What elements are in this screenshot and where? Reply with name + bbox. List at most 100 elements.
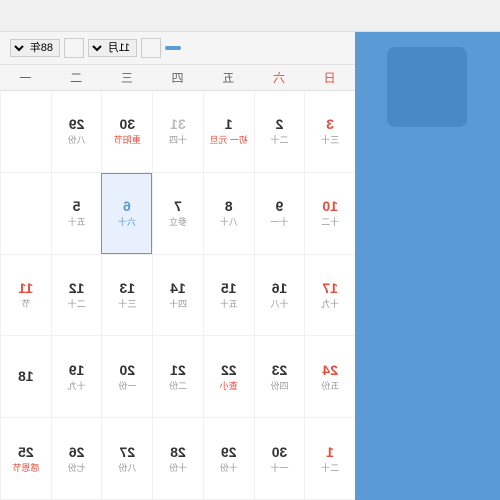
day-cell[interactable]: 11节: [0, 255, 51, 336]
lunar-day: 一份: [118, 379, 136, 392]
day-cell[interactable]: 14四十: [152, 255, 203, 336]
close-button[interactable]: [478, 9, 492, 23]
day-cell[interactable]: 7参立: [152, 173, 203, 254]
lunar-day: 一十: [270, 461, 288, 474]
day-cell[interactable]: [0, 91, 51, 172]
day-number: 26: [69, 444, 85, 460]
title-bar: [0, 0, 500, 32]
day-number: 22: [221, 362, 237, 378]
lunar-day: 二十: [68, 297, 86, 310]
day-cell[interactable]: 16十八: [254, 255, 305, 336]
lunar-day: 三十: [321, 133, 339, 146]
big-day-number: [388, 47, 468, 127]
day-cell[interactable]: 13三十: [101, 255, 152, 336]
day-cell[interactable]: 30重阳节: [101, 91, 152, 172]
day-number: 13: [120, 280, 136, 296]
day-number: 29: [69, 116, 85, 132]
day-cell[interactable]: 12二十: [51, 255, 102, 336]
day-cell[interactable]: 17十九: [304, 255, 355, 336]
lunar-day: 十四: [169, 133, 187, 146]
day-cell[interactable]: 29十份: [203, 418, 254, 499]
day-cell[interactable]: 3三十: [304, 91, 355, 172]
lunar-day: 重阳节: [114, 133, 141, 146]
prev-month-button[interactable]: [141, 38, 161, 58]
day-number: 15: [221, 280, 237, 296]
header-sun: 日: [304, 65, 355, 90]
day-number: 24: [322, 362, 338, 378]
day-cell[interactable]: 31十四: [152, 91, 203, 172]
lunar-day: 八十: [220, 215, 238, 228]
day-cell[interactable]: 29八份: [51, 91, 102, 172]
today-button[interactable]: [165, 46, 181, 50]
day-cell[interactable]: 24五份: [304, 336, 355, 417]
lunar-day: 十份: [169, 461, 187, 474]
day-number: 3: [326, 116, 334, 132]
day-number: 21: [170, 362, 186, 378]
day-cell[interactable]: 28十份: [152, 418, 203, 499]
day-number: 30: [272, 444, 288, 460]
lunar-day: 五份: [321, 379, 339, 392]
lunar-day: 二份: [169, 379, 187, 392]
day-cell[interactable]: 26七份: [51, 418, 102, 499]
day-number: 10: [322, 198, 338, 214]
day-cell[interactable]: 21二份: [152, 336, 203, 417]
nav-controls: 11月 88年: [10, 38, 181, 58]
main-window: 11月 88年 日 六 五 四 三 二 一: [0, 0, 500, 500]
day-cell[interactable]: [0, 173, 51, 254]
day-cell[interactable]: 22查小: [203, 336, 254, 417]
lunar-day: 十二: [321, 215, 339, 228]
day-cell[interactable]: 1二十: [304, 418, 355, 499]
day-cell[interactable]: 30一十: [254, 418, 305, 499]
day-cell[interactable]: 1初一 元旦: [203, 91, 254, 172]
day-number: 23: [272, 362, 288, 378]
day-number: 30: [120, 116, 136, 132]
lunar-day: 十九: [321, 297, 339, 310]
weeks-container: 3三十2二十1初一 元旦31十四30重阳节29八份10十二9十一8八十7参立6六…: [0, 91, 355, 500]
day-number: 1: [225, 116, 233, 132]
day-cell[interactable]: 23四份: [254, 336, 305, 417]
day-number: 27: [120, 444, 136, 460]
day-cell[interactable]: 9十一: [254, 173, 305, 254]
header-tue: 二: [51, 65, 102, 90]
month-select[interactable]: 11月: [88, 39, 137, 57]
lunar-day: 五十: [68, 215, 86, 228]
day-number: 12: [69, 280, 85, 296]
day-number: 8: [225, 198, 233, 214]
day-cell[interactable]: 2二十: [254, 91, 305, 172]
lunar-day: 参立: [169, 215, 187, 228]
year-select[interactable]: 88年: [10, 39, 60, 57]
lunar-day: 八份: [118, 461, 136, 474]
day-number: 28: [170, 444, 186, 460]
lunar-day: 二十: [270, 133, 288, 146]
header-sat: 六: [254, 65, 305, 90]
day-number: 11: [18, 280, 33, 296]
lunar-day: 感恩节: [12, 461, 39, 474]
day-number: 25: [18, 444, 34, 460]
day-cell[interactable]: 19十九: [51, 336, 102, 417]
day-number: 5: [73, 198, 81, 214]
day-cell[interactable]: 20一份: [101, 336, 152, 417]
day-number: 7: [174, 198, 182, 214]
day-number: 17: [322, 280, 338, 296]
lunar-day: 初一 元旦: [209, 133, 248, 146]
header-thu: 四: [152, 65, 203, 90]
lunar-day: 查小: [220, 379, 238, 392]
day-cell[interactable]: 5五十: [51, 173, 102, 254]
lunar-day: 五十: [220, 297, 238, 310]
day-cell[interactable]: 27八份: [101, 418, 152, 499]
day-cell[interactable]: 15五十: [203, 255, 254, 336]
day-number: 16: [272, 280, 288, 296]
day-cell[interactable]: 6六十: [101, 173, 152, 254]
header-mon: 一: [0, 65, 51, 90]
day-cell[interactable]: 25感恩节: [0, 418, 51, 499]
day-headers: 日 六 五 四 三 二 一: [0, 65, 355, 91]
next-month-button[interactable]: [64, 38, 84, 58]
day-number: 2: [276, 116, 284, 132]
day-cell[interactable]: 18: [0, 336, 51, 417]
lunar-day: 四十: [169, 297, 187, 310]
week-row-0: 3三十2二十1初一 元旦31十四30重阳节29八份: [0, 91, 355, 173]
calendar-grid: 日 六 五 四 三 二 一 3三十2二十1初一 元旦31十四30重阳节29八份1…: [0, 65, 355, 500]
day-cell[interactable]: 8八十: [203, 173, 254, 254]
lunar-day: 七份: [68, 461, 86, 474]
day-cell[interactable]: 10十二: [304, 173, 355, 254]
